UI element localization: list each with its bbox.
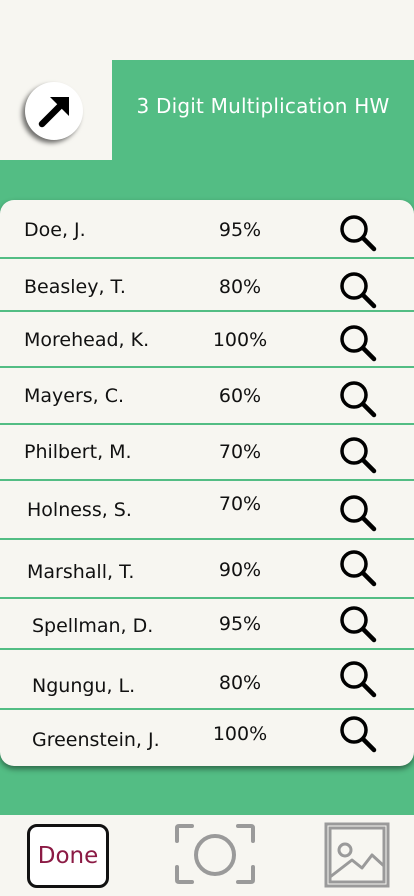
list-item[interactable]: Morehead, K. 100% [0, 316, 414, 364]
magnifier-icon[interactable] [338, 270, 378, 310]
student-score: 95% [218, 613, 262, 635]
student-list-card: Doe, J. 95% Beasley, T. 80% Morehead, K.… [0, 200, 414, 766]
student-name: Marshall, T. [27, 561, 135, 583]
student-name: Mayers, C. [24, 385, 125, 407]
row-divider [0, 538, 414, 540]
list-item[interactable]: Greenstein, J. 100% [0, 716, 414, 764]
magnifier-icon[interactable] [338, 213, 378, 253]
row-divider [0, 648, 414, 650]
list-item[interactable]: Beasley, T. 80% [0, 263, 414, 311]
student-name: Spellman, D. [32, 615, 154, 637]
student-name: Beasley, T. [24, 276, 126, 298]
student-score: 100% [212, 329, 268, 351]
magnifier-icon[interactable] [338, 548, 378, 588]
magnifier-icon[interactable] [338, 379, 378, 419]
student-score: 90% [218, 559, 262, 581]
magnifier-icon[interactable] [338, 493, 378, 533]
student-score: 60% [218, 385, 262, 407]
list-item[interactable]: Philbert, M. 70% [0, 428, 414, 476]
student-name: Doe, J. [24, 219, 86, 241]
image-gallery-icon[interactable] [324, 822, 390, 888]
student-score: 100% [212, 723, 268, 745]
camera-frame-icon[interactable] [174, 823, 256, 885]
magnifier-icon[interactable] [338, 435, 378, 475]
magnifier-icon[interactable] [338, 659, 378, 699]
student-score: 80% [218, 672, 262, 694]
row-divider [0, 257, 414, 259]
top-background [0, 0, 414, 60]
done-button[interactable]: Done [27, 824, 109, 888]
list-item[interactable]: Doe, J. 95% [0, 206, 414, 254]
row-divider [0, 597, 414, 599]
list-item[interactable]: Ngungu, L. 80% [0, 659, 414, 710]
magnifier-icon[interactable] [338, 323, 378, 363]
row-divider [0, 423, 414, 425]
magnifier-icon[interactable] [338, 604, 378, 644]
student-name: Morehead, K. [24, 329, 150, 351]
list-item[interactable]: Mayers, C. 60% [0, 372, 414, 420]
list-item[interactable]: Marshall, T. 90% [0, 548, 414, 596]
student-score: 70% [218, 493, 262, 515]
row-divider [0, 310, 414, 312]
list-item[interactable]: Spellman, D. 95% [0, 602, 414, 650]
student-name: Philbert, M. [24, 441, 132, 463]
arrow-up-left-icon [38, 97, 69, 128]
student-score: 80% [218, 276, 262, 298]
page-title: 3 Digit Multiplication HW [136, 94, 390, 118]
back-button[interactable] [25, 82, 83, 140]
student-score: 95% [218, 219, 262, 241]
student-score: 70% [218, 441, 262, 463]
student-name: Ngungu, L. [32, 675, 136, 697]
student-name: Greenstein, J. [32, 729, 160, 751]
magnifier-icon[interactable] [338, 714, 378, 754]
row-divider [0, 366, 414, 368]
student-name: Holness, S. [27, 499, 132, 521]
list-item[interactable]: Holness, S. 70% [0, 486, 414, 534]
